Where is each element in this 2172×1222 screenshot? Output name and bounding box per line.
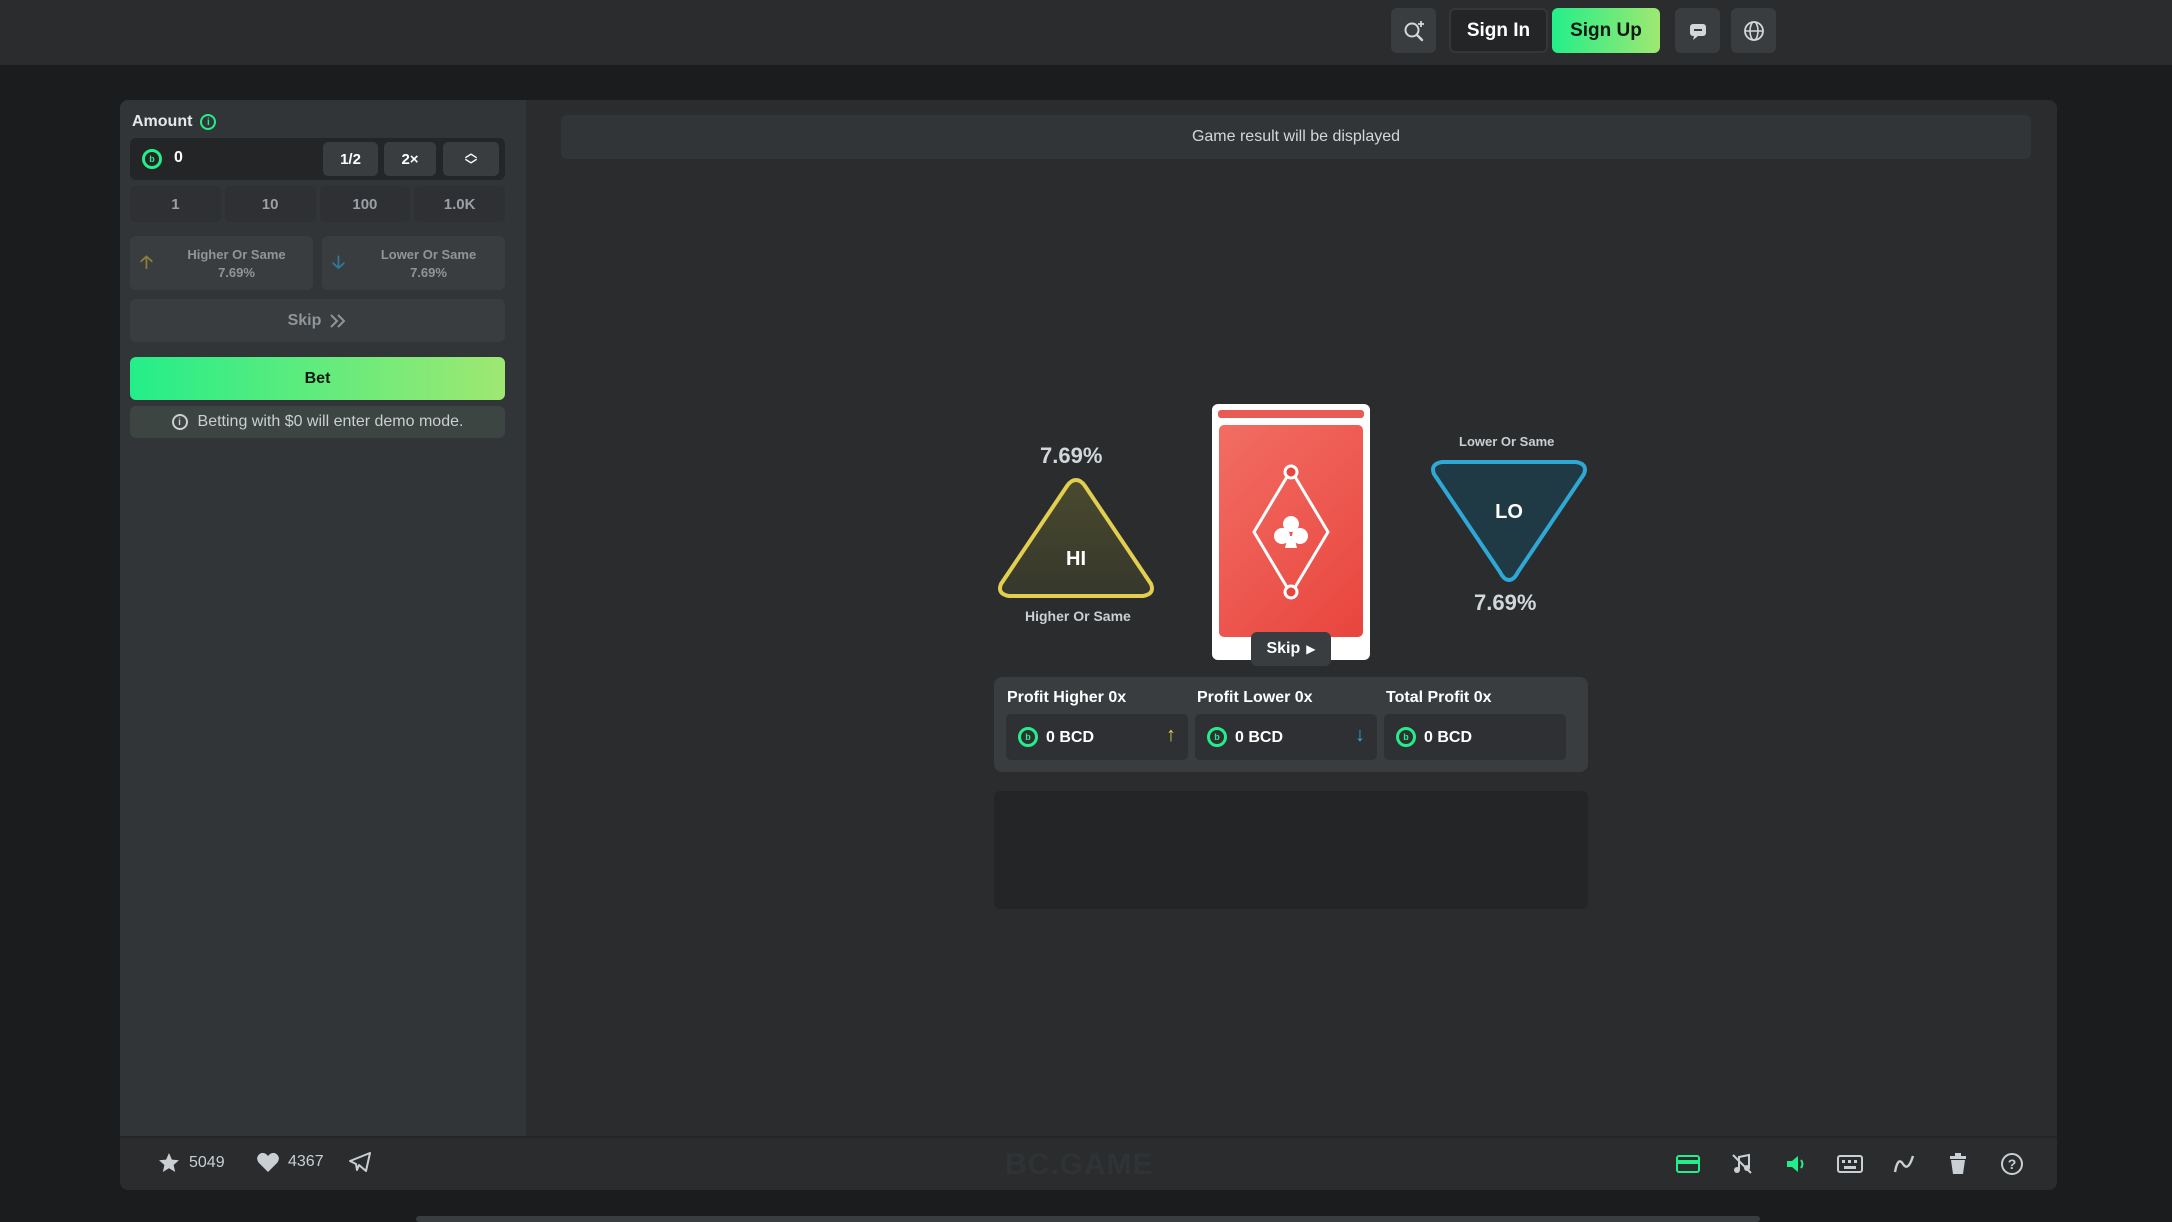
lo-label: Lower Or Same [1459,434,1555,449]
quick-amount-button[interactable]: 1.0K [414,186,505,222]
sign-in-button[interactable]: Sign In [1449,8,1548,53]
profit-higher-title: Profit Higher 0x [1007,689,1127,706]
classic-mode-button[interactable] [1674,1150,1702,1178]
profit-higher-value: 0 BCD [1046,729,1095,746]
bcd-coin-icon: b [1018,727,1038,747]
amount-value[interactable]: 0 [174,149,183,167]
card-view-icon [1676,1155,1700,1173]
amount-label-text: Amount [132,113,193,130]
game-result-bar: Game result will be displayed [561,115,2031,159]
favorite-button[interactable]: 5049 [157,1151,225,1175]
profit-lower-box: b 0 BCD ↓ [1195,714,1377,760]
profit-lower-value: 0 BCD [1235,729,1284,746]
total-profit-value: 0 BCD [1424,729,1473,746]
svg-text:?: ? [2008,1156,2017,1172]
quick-amount-button[interactable]: 1 [130,186,221,222]
arrow-up-icon: ↑ [1166,724,1176,746]
hi-percent: 7.69% [1040,443,1103,468]
card-stack-edge [1218,410,1364,418]
telegram-icon [349,1152,371,1172]
caret-right-icon: ▶ [1306,642,1316,656]
top-bar: Sign In Sign Up [0,0,2172,65]
demo-mode-note: i Betting with $0 will enter demo mode. [130,406,505,438]
heart-icon [257,1152,279,1172]
bcd-coin-icon: b [142,149,162,169]
likes-count: 4367 [288,1153,324,1170]
sound-toggle-button[interactable] [1782,1150,1810,1178]
brand-logo: BC.GAME [1005,1148,1154,1181]
chat-icon [1689,23,1706,40]
help-icon: ? [2001,1153,2023,1175]
bcd-coin-icon: b [1207,727,1227,747]
lo-percent: 7.69% [1474,590,1537,615]
horizontal-scrollbar[interactable] [416,1216,1760,1222]
arrow-up-icon: 🡡 [140,252,153,272]
cup-icon [1950,1153,1966,1174]
profit-higher-box: b 0 BCD ↑ [1006,714,1188,760]
globe-icon [1743,20,1764,41]
club-diamond-icon [1252,464,1330,600]
amount-label: Amount i [132,113,217,131]
keyboard-icon [1837,1155,1863,1173]
fairness-button[interactable] [1944,1150,1972,1178]
language-button[interactable] [1731,8,1776,53]
higher-pct: 7.69% [218,265,255,280]
higher-or-same-button[interactable]: 🡡 Higher Or Same 7.69% [130,236,313,290]
quick-amount-row: 1 10 100 1.0K [130,186,505,222]
profit-panel: Profit Higher 0x Profit Lower 0x Total P… [994,677,1588,772]
chart-line-icon [1893,1155,1915,1173]
half-button[interactable]: 1/2 [323,142,378,176]
double-button[interactable]: 2× [384,142,436,176]
lo-button[interactable]: LO [1426,458,1592,588]
quick-amount-button[interactable]: 10 [224,186,316,222]
bcd-coin-icon: b [1396,727,1416,747]
search-button[interactable] [1391,8,1436,53]
double-chevron-right-icon [330,313,346,328]
higher-label: Higher Or Same [187,247,286,262]
music-toggle-button[interactable] [1728,1150,1756,1178]
amount-input[interactable]: b 0 1/2 2× ︿ ﹀ [130,138,505,180]
help-button[interactable]: ? [1998,1150,2026,1178]
chat-button[interactable] [1675,8,1720,53]
card-history-panel [994,791,1588,909]
lo-symbol: LO [1495,501,1523,523]
hi-label: Higher Or Same [1025,608,1131,624]
info-icon[interactable]: i [200,114,217,130]
quick-amount-button[interactable]: 100 [319,186,411,222]
info-icon: i [171,414,188,430]
chevron-down-icon[interactable]: ﹀ [465,159,477,171]
card-skip-button[interactable]: Skip ▶ [1251,632,1331,666]
demo-note-text: Betting with $0 will enter demo mode. [197,413,464,430]
search-icon [1404,20,1424,41]
skip-button[interactable]: Skip [130,299,505,342]
lower-pct: 7.69% [410,265,447,280]
footer-divider [120,1136,2057,1138]
speaker-icon [1787,1156,1804,1172]
live-stats-button[interactable] [1890,1150,1918,1178]
lower-or-same-button[interactable]: 🡣 Lower Or Same 7.69% [322,236,505,290]
lower-label: Lower Or Same [380,247,477,262]
hi-symbol: HI [1066,548,1086,570]
arrow-down-icon: 🡣 [332,252,345,272]
music-off-icon [1732,1153,1752,1174]
bet-button[interactable]: Bet [130,357,505,400]
share-button[interactable] [348,1151,372,1173]
stars-count: 5049 [189,1154,225,1171]
star-icon [159,1153,179,1172]
card-skip-label: Skip [1266,640,1301,657]
sign-up-button[interactable]: Sign Up [1552,8,1660,53]
amount-stepper[interactable]: ︿ ﹀ [443,142,499,176]
total-profit-box: b 0 BCD [1384,714,1566,760]
skip-label: Skip [287,311,322,329]
total-profit-title: Total Profit 0x [1386,689,1492,706]
arrow-down-icon: ↓ [1355,724,1365,746]
like-button[interactable]: 4367 [256,1151,324,1173]
profit-lower-title: Profit Lower 0x [1197,689,1313,706]
hi-button[interactable]: HI [993,472,1159,602]
hotkeys-button[interactable] [1836,1150,1864,1178]
